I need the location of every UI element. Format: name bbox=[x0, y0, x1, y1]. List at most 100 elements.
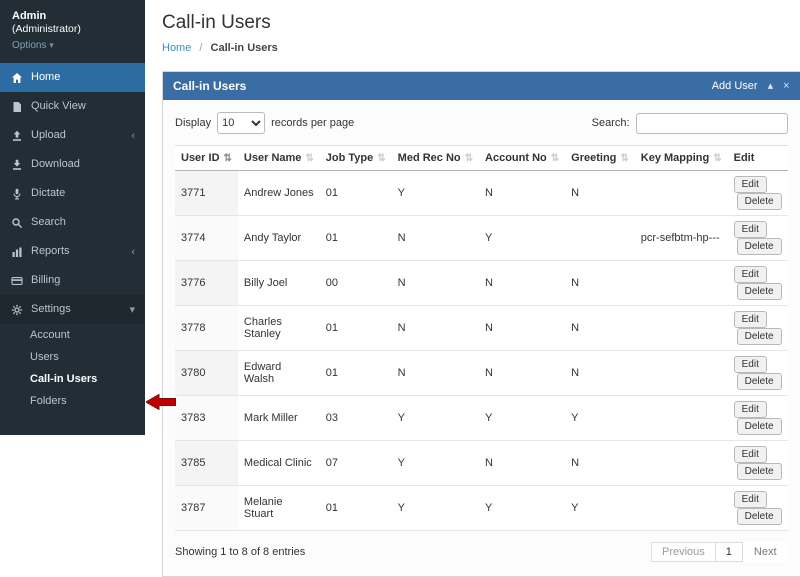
page-size-select[interactable]: 10 bbox=[217, 112, 265, 134]
cell-med-rec-no: N bbox=[392, 216, 479, 261]
sort-icon: ⇅ bbox=[305, 153, 313, 164]
cell-job-type: 07 bbox=[320, 441, 392, 486]
cell-job-type: 00 bbox=[320, 261, 392, 306]
sidebar-item-download[interactable]: Download bbox=[0, 150, 145, 179]
options-dropdown[interactable]: Options ▾ bbox=[12, 40, 54, 51]
panel-actions: Add User ▴ × bbox=[712, 80, 790, 92]
sidebar-item-upload[interactable]: Upload ‹ bbox=[0, 121, 145, 150]
records-per-page-label: records per page bbox=[271, 117, 354, 129]
sidebar-item-dictate[interactable]: Dictate bbox=[0, 179, 145, 208]
submenu-item-folders[interactable]: Folders bbox=[0, 390, 145, 412]
collapse-icon[interactable]: ▴ bbox=[768, 81, 774, 92]
col-header-job-type[interactable]: Job Type⇅ bbox=[320, 146, 392, 171]
sidebar-item-settings[interactable]: Settings ▾ bbox=[0, 295, 145, 324]
cell-med-rec-no: Y bbox=[392, 171, 479, 216]
col-header-user-name[interactable]: User Name⇅ bbox=[238, 146, 320, 171]
showing-entries-text: Showing 1 to 8 of 8 entries bbox=[175, 546, 305, 558]
cell-actions: EditDelete bbox=[728, 486, 788, 531]
edit-button[interactable]: Edit bbox=[734, 446, 767, 463]
table-row: 3783 Mark Miller 03 Y Y Y EditDelete bbox=[175, 396, 788, 441]
add-user-button[interactable]: Add User bbox=[712, 80, 758, 92]
cell-med-rec-no: Y bbox=[392, 441, 479, 486]
table-controls: Display 10 records per page Search: bbox=[175, 112, 788, 134]
cell-account-no: N bbox=[479, 351, 565, 396]
sidebar-menu: Home Quick View Upload ‹ Download bbox=[0, 63, 145, 324]
breadcrumb-current: Call-in Users bbox=[211, 42, 278, 54]
submenu-item-call-in-users[interactable]: Call-in Users bbox=[0, 368, 145, 390]
submenu-item-account[interactable]: Account bbox=[0, 324, 145, 346]
edit-button[interactable]: Edit bbox=[734, 491, 767, 508]
cell-account-no: Y bbox=[479, 216, 565, 261]
edit-button[interactable]: Edit bbox=[734, 266, 767, 283]
delete-button[interactable]: Delete bbox=[737, 238, 782, 255]
chevron-left-icon: ‹ bbox=[131, 247, 135, 257]
cell-user-id: 3771 bbox=[175, 171, 238, 216]
cell-user-id: 3787 bbox=[175, 486, 238, 531]
delete-button[interactable]: Delete bbox=[737, 283, 782, 300]
sidebar-item-reports[interactable]: Reports ‹ bbox=[0, 237, 145, 266]
cell-actions: EditDelete bbox=[728, 396, 788, 441]
cell-user-id: 3780 bbox=[175, 351, 238, 396]
col-header-account-no[interactable]: Account No⇅ bbox=[479, 146, 565, 171]
chevron-left-icon: ‹ bbox=[131, 131, 135, 141]
cell-user-name: Andy Taylor bbox=[238, 216, 320, 261]
cell-user-id: 3774 bbox=[175, 216, 238, 261]
edit-button[interactable]: Edit bbox=[734, 176, 767, 193]
next-page-button[interactable]: Next bbox=[743, 542, 788, 562]
cell-key-mapping: pcr-sefbtm-hp--- bbox=[635, 216, 728, 261]
page-number-button[interactable]: 1 bbox=[715, 542, 743, 562]
main-content: Call-in Users Home / Call-in Users Call-… bbox=[145, 0, 800, 435]
sort-icon: ⇅ bbox=[713, 153, 721, 164]
col-header-greeting[interactable]: Greeting⇅ bbox=[565, 146, 635, 171]
call-in-users-panel: Call-in Users Add User ▴ × Display 10 re… bbox=[162, 71, 800, 577]
microphone-icon bbox=[10, 188, 23, 200]
sidebar-item-label: Settings bbox=[31, 303, 71, 316]
cell-account-no: N bbox=[479, 261, 565, 306]
sidebar-item-billing[interactable]: Billing bbox=[0, 266, 145, 295]
previous-page-button[interactable]: Previous bbox=[651, 542, 716, 562]
cell-user-name: Charles Stanley bbox=[238, 306, 320, 351]
sidebar-item-quick-view[interactable]: Quick View bbox=[0, 92, 145, 121]
edit-button[interactable]: Edit bbox=[734, 401, 767, 418]
breadcrumb-home-link[interactable]: Home bbox=[162, 42, 191, 54]
search-input[interactable] bbox=[636, 113, 788, 134]
cell-med-rec-no: N bbox=[392, 351, 479, 396]
sort-icon: ⇅ bbox=[465, 153, 473, 164]
chevron-down-icon: ▾ bbox=[129, 305, 135, 315]
cell-user-id: 3778 bbox=[175, 306, 238, 351]
call-in-users-table: User ID⇅ User Name⇅ Job Type⇅ Med Rec No… bbox=[175, 145, 788, 531]
col-header-med-rec-no[interactable]: Med Rec No⇅ bbox=[392, 146, 479, 171]
delete-button[interactable]: Delete bbox=[737, 193, 782, 210]
display-length-control: Display 10 records per page bbox=[175, 112, 354, 134]
sidebar-item-label: Home bbox=[31, 71, 60, 84]
edit-button[interactable]: Edit bbox=[734, 356, 767, 373]
close-icon[interactable]: × bbox=[783, 81, 789, 92]
delete-button[interactable]: Delete bbox=[737, 418, 782, 435]
col-header-key-mapping[interactable]: Key Mapping⇅ bbox=[635, 146, 728, 171]
delete-button[interactable]: Delete bbox=[737, 463, 782, 480]
submenu-item-users[interactable]: Users bbox=[0, 346, 145, 368]
delete-button[interactable]: Delete bbox=[737, 508, 782, 525]
upload-icon bbox=[10, 130, 23, 142]
cell-med-rec-no: Y bbox=[392, 396, 479, 441]
table-row: 3776 Billy Joel 00 N N N EditDelete bbox=[175, 261, 788, 306]
cell-greeting: N bbox=[565, 351, 635, 396]
cell-key-mapping bbox=[635, 351, 728, 396]
search-icon bbox=[10, 217, 23, 229]
cell-actions: EditDelete bbox=[728, 351, 788, 396]
edit-button[interactable]: Edit bbox=[734, 311, 767, 328]
panel-title: Call-in Users bbox=[173, 79, 246, 93]
sidebar-item-label: Billing bbox=[31, 274, 60, 287]
col-header-user-id[interactable]: User ID⇅ bbox=[175, 146, 238, 171]
delete-button[interactable]: Delete bbox=[737, 373, 782, 390]
col-header-edit: Edit bbox=[728, 146, 788, 171]
sort-icon: ⇅ bbox=[551, 153, 559, 164]
sidebar-item-search[interactable]: Search bbox=[0, 208, 145, 237]
sidebar-item-home[interactable]: Home bbox=[0, 63, 145, 92]
edit-button[interactable]: Edit bbox=[734, 221, 767, 238]
cell-job-type: 01 bbox=[320, 216, 392, 261]
delete-button[interactable]: Delete bbox=[737, 328, 782, 345]
cell-greeting: N bbox=[565, 261, 635, 306]
cell-greeting: N bbox=[565, 306, 635, 351]
cell-account-no: N bbox=[479, 306, 565, 351]
